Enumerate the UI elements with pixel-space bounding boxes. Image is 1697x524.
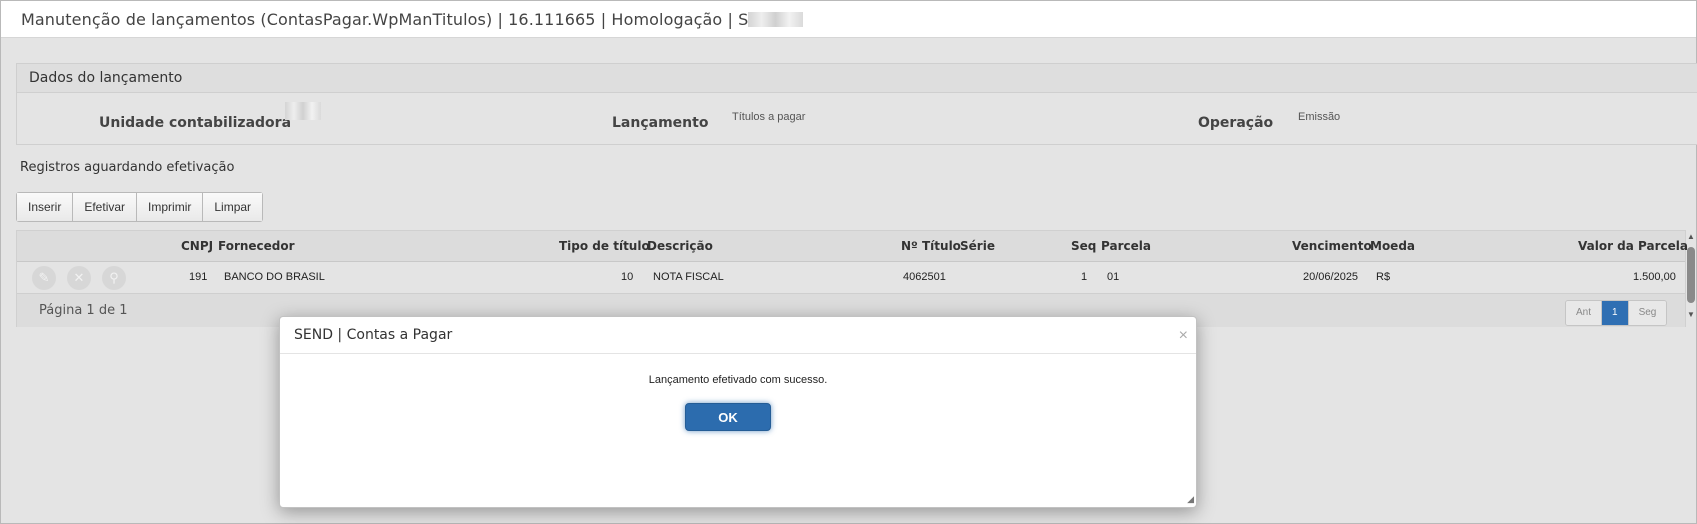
section-title: Registros aguardando efetivação <box>20 160 235 175</box>
col-fornecedor[interactable]: Fornecedor <box>218 239 295 253</box>
col-parcela[interactable]: Parcela <box>1101 239 1151 253</box>
efetivar-button[interactable]: Efetivar <box>73 193 138 221</box>
unidade-contabilizadora-value-redacted <box>285 102 321 120</box>
scroll-up-icon[interactable]: ▲ <box>1687 232 1695 241</box>
success-dialog: SEND | Contas a Pagar × Lançamento efeti… <box>279 316 1197 508</box>
cell-seq: 1 <box>1081 271 1088 283</box>
ok-button[interactable]: OK <box>685 403 771 431</box>
redacted-text <box>748 12 804 27</box>
dialog-message: Lançamento efetivado com sucesso. <box>648 374 828 386</box>
close-icon[interactable]: × <box>1179 327 1188 345</box>
scroll-thumb[interactable] <box>1687 247 1695 303</box>
limpar-button[interactable]: Limpar <box>203 193 263 221</box>
action-toolbar: Inserir Efetivar Imprimir Limpar <box>16 192 264 222</box>
col-tipo-titulo[interactable]: Tipo de título <box>559 239 650 253</box>
inserir-button[interactable]: Inserir <box>17 193 74 221</box>
cell-fornecedor: BANCO DO BRASIL <box>224 271 325 283</box>
window-title: Manutenção de lançamentos (ContasPagar.W… <box>21 10 804 29</box>
cell-descricao: NOTA FISCAL <box>653 271 724 283</box>
dialog-title: SEND | Contas a Pagar <box>294 327 453 343</box>
close-icon[interactable]: ✕ <box>67 266 91 290</box>
search-icon[interactable]: ⚲ <box>102 266 126 290</box>
registros-grid: CNPJ Fornecedor Tipo de título Descrição… <box>16 230 1688 327</box>
cell-vencimento: 20/06/2025 <box>1303 271 1359 283</box>
operacao-label: Operação <box>1198 115 1274 131</box>
pencil-icon[interactable]: ✎ <box>32 266 56 290</box>
pager-page-1[interactable]: 1 <box>1602 301 1629 325</box>
lancamento-label: Lançamento <box>612 115 709 131</box>
dialog-header: SEND | Contas a Pagar × <box>280 317 1196 354</box>
unidade-contabilizadora-label: Unidade contabilizadora <box>99 115 292 131</box>
pager-prev-button[interactable]: Ant <box>1566 301 1603 325</box>
col-numero-titulo[interactable]: Nº Título <box>901 239 961 253</box>
panel-header: Dados do lançamento <box>17 64 1697 93</box>
scroll-down-icon[interactable]: ▼ <box>1687 310 1695 319</box>
resize-handle-icon[interactable]: ◢ <box>1187 494 1194 505</box>
col-cnpj[interactable]: CNPJ <box>181 239 213 253</box>
col-descricao[interactable]: Descrição <box>647 239 713 253</box>
operacao-value: Emissão <box>1298 111 1341 123</box>
window-titlebar: Manutenção de lançamentos (ContasPagar.W… <box>1 1 1696 38</box>
col-moeda[interactable]: Moeda <box>1370 239 1415 253</box>
cell-moeda: R$ <box>1376 271 1391 283</box>
imprimir-button[interactable]: Imprimir <box>137 193 204 221</box>
table-row[interactable]: ✎ ✕ ⚲ 191 BANCO DO BRASIL 10 NOTA FISCAL… <box>17 262 1685 293</box>
cell-numero-titulo: 4062501 <box>903 271 946 283</box>
col-valor-parcela[interactable]: Valor da Parcela <box>1578 239 1688 253</box>
lancamento-value: Títulos a pagar <box>732 111 806 123</box>
pager: Ant 1 Seg <box>1565 300 1668 326</box>
col-seq[interactable]: Seq <box>1071 239 1096 253</box>
cell-valor-parcela: 1.500,00 <box>1633 271 1676 283</box>
cell-cnpj: 191 <box>189 271 208 283</box>
cell-parcela: 01 <box>1107 271 1120 283</box>
grid-header: CNPJ Fornecedor Tipo de título Descrição… <box>17 231 1688 262</box>
col-serie[interactable]: Série <box>960 239 995 253</box>
cell-tipo-titulo: 10 <box>621 271 634 283</box>
dados-lancamento-panel: Dados do lançamento Unidade contabilizad… <box>16 63 1697 145</box>
pager-next-button[interactable]: Seg <box>1628 301 1667 325</box>
grid-scrollbar[interactable]: ▲ ▼ <box>1686 232 1696 322</box>
col-vencimento[interactable]: Vencimento <box>1292 239 1372 253</box>
page-info: Página 1 de 1 <box>39 303 128 318</box>
